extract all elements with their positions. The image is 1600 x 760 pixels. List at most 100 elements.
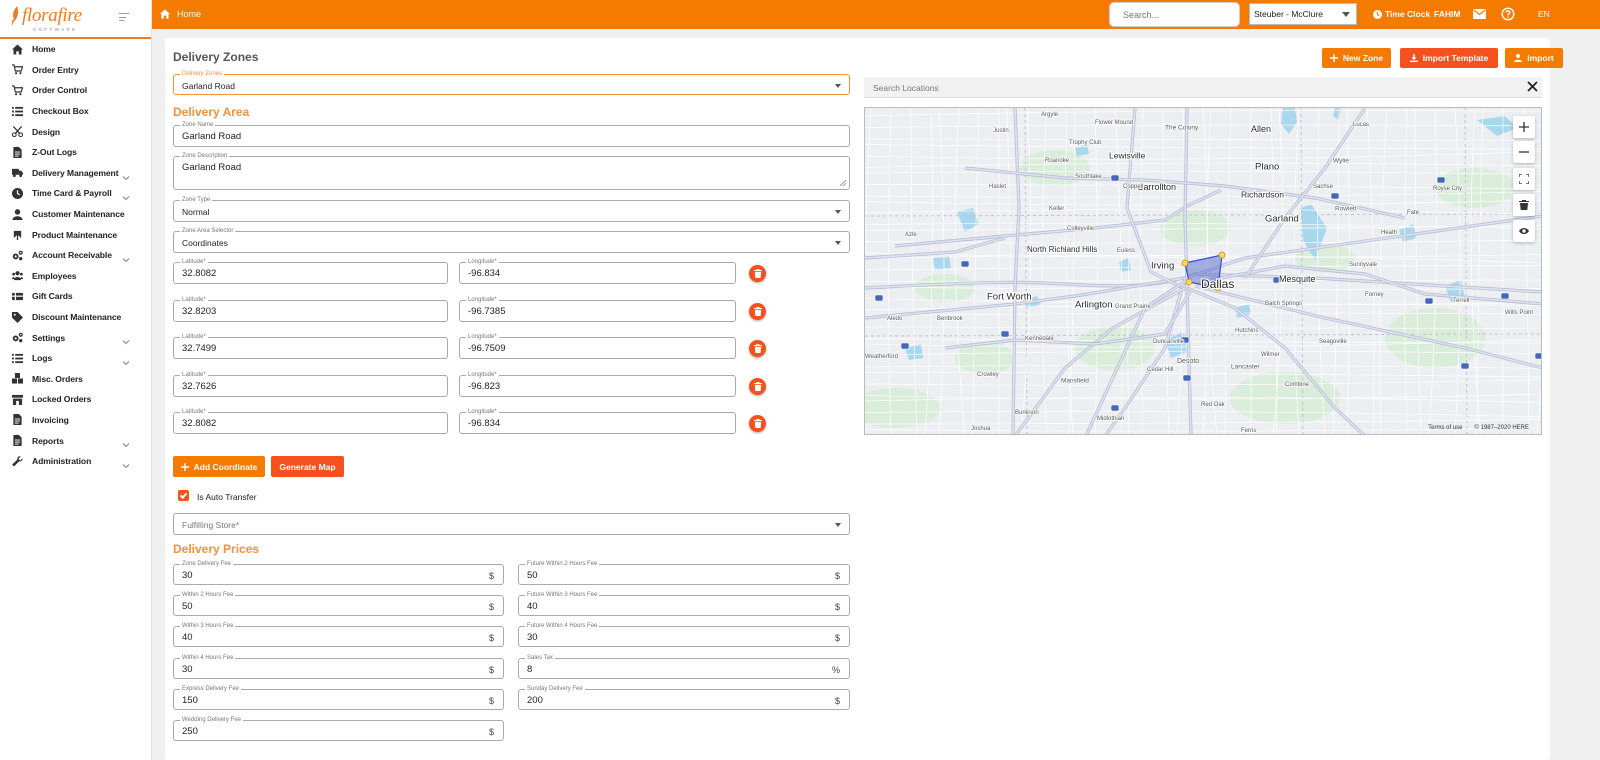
wedding-delivery-fee-field[interactable]: Wedding Delivery Fee 250 $ — [173, 717, 504, 741]
sidebar-item-invoicing[interactable]: Invoicing — [0, 410, 152, 431]
sales-tax-field[interactable]: Sales Tax 8% — [518, 654, 850, 679]
field-label: Longitude* — [466, 296, 499, 304]
latitude-field[interactable]: Latitude* 32.7626 — [173, 371, 448, 397]
user-name[interactable]: FAHIM — [1434, 9, 1460, 19]
import-template-button[interactable]: Import Template — [1400, 48, 1498, 68]
map-search-input[interactable]: Search Locations — [864, 77, 1542, 98]
future-within-2-hours-fee-field[interactable]: Future Within 2 Hours Fee 50 $ — [518, 561, 850, 585]
sidebar-item-administration[interactable]: Administration — [0, 451, 152, 472]
sidebar-item-home[interactable]: Home — [0, 39, 152, 60]
field-label: Sales Tax — [525, 654, 555, 662]
city-label: Rowlett — [1335, 206, 1357, 213]
longitude-field[interactable]: Longitude* -96.823 — [459, 371, 736, 397]
field-suffix: $ — [834, 571, 840, 581]
delete-coordinate-button[interactable] — [749, 377, 766, 395]
delete-coordinate-button[interactable] — [749, 302, 766, 320]
toggle-visibility-button[interactable] — [1513, 220, 1535, 242]
within-4-hours-fee-field[interactable]: Within 4 Hours Fee 30 $ — [173, 654, 504, 679]
zone-description-field[interactable]: Zone Description Garland Road — [173, 153, 850, 190]
zone-delivery-fee-field[interactable]: Zone Delivery Fee 30 $ — [173, 561, 504, 585]
auto-transfer-checkbox[interactable] — [178, 490, 189, 501]
sidebar-item-label: Discount Maintenance — [32, 312, 122, 323]
map-canvas[interactable]: Dallas Fort Worth Arlington Irving Garland Pl… — [865, 108, 1542, 435]
longitude-field[interactable]: Longitude* -96.834 — [459, 409, 736, 434]
sidebar-item-discount-maintenance[interactable]: Discount Maintenance — [0, 307, 152, 328]
store-select[interactable]: Steuber - McClure — [1249, 3, 1357, 25]
map-terms-link[interactable]: Terms of use — [1428, 425, 1462, 431]
time-clock-link[interactable]: Time Clock — [1373, 9, 1430, 19]
clock-icon — [1373, 9, 1382, 19]
logo[interactable]: florafire — [11, 5, 82, 27]
mail-icon[interactable] — [1473, 9, 1486, 19]
zone-name-field[interactable]: Zone Name Garland Road — [173, 122, 850, 147]
delete-coordinate-button[interactable] — [749, 415, 766, 432]
sidebar-item-z-out-logs[interactable]: Z-Out Logs — [0, 142, 152, 163]
language-selector[interactable]: EN — [1538, 9, 1550, 19]
sunday-delivery-fee-field[interactable]: Sunday Delivery Fee 200 $ — [518, 685, 850, 710]
delivery-zones-select[interactable]: Delivery Zones Garland Road — [173, 71, 850, 95]
check-icon — [179, 492, 188, 500]
sidebar-nav: Home Order Entry Order Control Checkout Box… — [0, 39, 152, 471]
trash-icon — [753, 306, 762, 316]
sidebar-item-order-control[interactable]: Order Control — [0, 80, 152, 101]
clear-shapes-button[interactable] — [1513, 194, 1535, 216]
longitude-field[interactable]: Longitude* -96.7385 — [459, 296, 736, 322]
sidebar-item-design[interactable]: Design — [0, 121, 152, 142]
highway-shield-icon — [1330, 192, 1340, 200]
sidebar-item-checkout-box[interactable]: Checkout Box — [0, 101, 152, 122]
sidebar-item-locked-orders[interactable]: Locked Orders — [0, 389, 152, 410]
express-delivery-fee-field[interactable]: Express Delivery Fee 150 $ — [173, 685, 504, 710]
sidebar-item-customer-maintenance[interactable]: Customer Maintenance — [0, 204, 152, 225]
latitude-field[interactable]: Latitude* 32.8082 — [173, 409, 448, 434]
sidebar-item-label: Reports — [32, 435, 64, 446]
latitude-field[interactable]: Latitude* 32.8082 — [173, 259, 448, 284]
zoom-out-button[interactable] — [1513, 141, 1535, 163]
sidebar-item-logs[interactable]: Logs — [0, 348, 152, 369]
city-label: Dallas — [1201, 277, 1234, 291]
fullscreen-button[interactable] — [1513, 168, 1535, 190]
highway-shield-icon — [1460, 362, 1470, 370]
sidebar-item-reports[interactable]: Reports — [0, 430, 152, 451]
breadcrumb-home[interactable]: Home — [160, 9, 201, 19]
cart-icon — [11, 64, 23, 76]
latitude-field[interactable]: Latitude* 32.8203 — [173, 296, 448, 322]
global-search-input[interactable] — [1109, 2, 1240, 27]
sidebar-item-employees[interactable]: Employees — [0, 266, 152, 287]
dropdown-arrow-icon — [1342, 12, 1350, 17]
city-label: Royse City — [1433, 186, 1462, 192]
add-coordinate-button[interactable]: Add Coordinate — [173, 456, 265, 477]
longitude-field[interactable]: Longitude* -96.7509 — [459, 334, 736, 359]
resize-grip-icon[interactable] — [840, 180, 846, 186]
longitude-field[interactable]: Longitude* -96.834 — [459, 259, 736, 284]
sidebar-item-product-maintenance[interactable]: Product Maintenance — [0, 224, 152, 245]
time-clock-label: Time Clock — [1385, 9, 1431, 19]
cogs-icon — [11, 332, 23, 344]
delete-coordinate-button[interactable] — [749, 265, 766, 282]
help-icon[interactable] — [1501, 7, 1515, 21]
new-zone-button[interactable]: New Zone — [1322, 48, 1391, 68]
delete-coordinate-button[interactable] — [749, 340, 766, 357]
future-within-3-hours-fee-field[interactable]: Future Within 3 Hours Fee 40 $ — [518, 592, 850, 617]
sidebar-item-gift-cards[interactable]: Gift Cards — [0, 286, 152, 307]
import-button[interactable]: Import — [1505, 48, 1563, 68]
fulfilling-store-select[interactable]: Fulfilling Store* — [173, 513, 850, 535]
zone-type-select[interactable]: Zone Type Normal — [173, 197, 850, 222]
within-3-hours-fee-field[interactable]: Within 3 Hours Fee 40 $ — [173, 623, 504, 648]
sidebar-item-time-card-payroll[interactable]: Time Card & Payroll — [0, 183, 152, 204]
zone-area-selector-select[interactable]: Zone Area Selector Coordinates — [173, 228, 850, 253]
delivery-zone-map[interactable]: Dallas Fort Worth Arlington Irving Garland Pl… — [864, 107, 1542, 435]
within-2-hours-fee-field[interactable]: Within 2 Hours Fee 50 $ — [173, 592, 504, 617]
sidebar-item-misc-orders[interactable]: Misc. Orders — [0, 369, 152, 390]
field-value: 200 — [527, 694, 543, 706]
sidebar-item-delivery-management[interactable]: Delivery Management — [0, 163, 152, 184]
sidebar-item-order-entry[interactable]: Order Entry — [0, 60, 152, 81]
generate-map-button[interactable]: Generate Map — [271, 456, 344, 477]
latitude-field[interactable]: Latitude* 32.7499 — [173, 334, 448, 359]
menu-toggle-icon[interactable] — [119, 13, 129, 23]
city-label: Plano — [1255, 162, 1279, 173]
future-within-4-hours-fee-field[interactable]: Future Within 4 Hours Fee 30 $ — [518, 623, 850, 648]
zoom-in-button[interactable] — [1513, 116, 1535, 138]
close-icon[interactable] — [1527, 81, 1538, 92]
sidebar-item-account-receivable[interactable]: Account Receivable — [0, 245, 152, 266]
sidebar-item-settings[interactable]: Settings — [0, 327, 152, 348]
